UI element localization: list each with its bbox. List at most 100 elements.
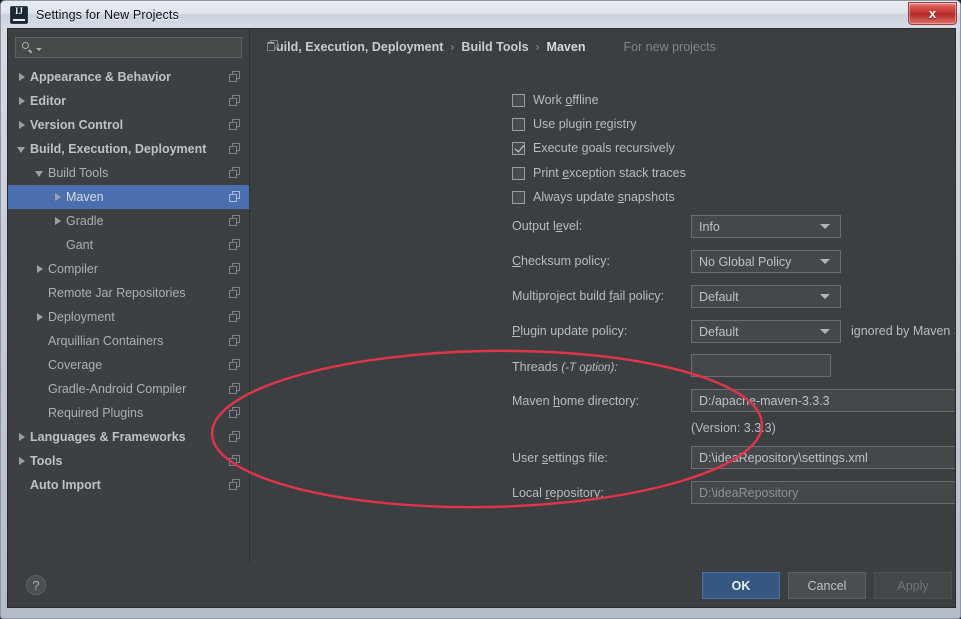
user-settings-file-label: User settings file: (512, 451, 608, 465)
chevron-down-icon[interactable] (34, 161, 48, 185)
chevron-right-icon[interactable] (52, 185, 66, 209)
sidebar-item-build-execution-deployment[interactable]: Build, Execution, Deployment (8, 137, 249, 161)
sidebar-item-compiler[interactable]: Compiler (8, 257, 249, 281)
search-input[interactable] (15, 37, 242, 58)
search-icon (22, 41, 35, 54)
copy-icon[interactable] (229, 383, 240, 394)
output-level-label: Output level: (512, 219, 583, 233)
help-button[interactable]: ? (26, 575, 46, 595)
breadcrumb-item-0[interactable]: Build, Execution, Deployment (267, 40, 443, 54)
intellij-idea-icon (10, 5, 28, 24)
copy-icon[interactable] (229, 431, 240, 442)
copy-icon[interactable] (229, 215, 240, 226)
plugin-update-policy-note: ignored by Maven 3+ (851, 324, 955, 338)
copy-icon[interactable] (229, 455, 240, 466)
search-wrapper (8, 29, 249, 58)
chevron-right-icon[interactable] (16, 449, 30, 473)
breadcrumb-separator-1: › (535, 40, 540, 54)
sidebar-item-deployment[interactable]: Deployment (8, 305, 249, 329)
checksum-policy-combo[interactable]: No Global Policy (691, 250, 841, 273)
maven-home-combo[interactable]: D:/apache-maven-3.3.3 (691, 389, 955, 412)
for-new-projects-label: For new projects (623, 40, 716, 54)
sidebar-item-coverage[interactable]: Coverage (8, 353, 249, 377)
local-repository-value: D:\ideaRepository (699, 485, 799, 500)
sidebar-item-label: Gradle-Android Compiler (48, 382, 187, 396)
threads-input[interactable] (691, 354, 831, 377)
copy-icon[interactable] (229, 119, 240, 130)
title-bar[interactable]: Settings for New Projects x (1, 1, 960, 28)
copy-icon[interactable] (229, 191, 240, 202)
copy-icon[interactable] (229, 71, 240, 82)
chevron-right-icon[interactable] (16, 113, 30, 137)
chevron-right-icon[interactable] (52, 209, 66, 233)
plugin-update-policy-combo[interactable]: Default (691, 320, 841, 343)
chevron-right-icon[interactable] (16, 425, 30, 449)
sidebar-item-editor[interactable]: Editor (8, 89, 249, 113)
local-repository-input[interactable]: D:\ideaRepository (691, 481, 955, 504)
settings-dialog: Appearance & Behavior Editor Version Contr… (7, 28, 956, 608)
copy-icon[interactable] (229, 287, 240, 298)
window-title: Settings for New Projects (36, 7, 179, 22)
checkbox-always-update-snapshots[interactable]: Always update snapshots (512, 190, 675, 204)
checkbox-checked-icon (512, 141, 525, 155)
copy-icon[interactable] (229, 143, 240, 154)
close-button[interactable]: x (908, 2, 957, 25)
checkbox-icon (512, 93, 525, 107)
sidebar-item-gant[interactable]: Gant (8, 233, 249, 257)
chevron-down-icon (820, 294, 830, 299)
sidebar-item-required-plugins[interactable]: Required Plugins (8, 401, 249, 425)
copy-icon[interactable] (229, 263, 240, 274)
breadcrumb: Build, Execution, Deployment › Build Too… (267, 40, 716, 54)
checkbox-label: Print exception stack traces (533, 166, 686, 180)
sidebar-item-arquillian-containers[interactable]: Arquillian Containers (8, 329, 249, 353)
user-settings-file-input[interactable]: D:\ideaRepository\settings.xml (691, 446, 955, 469)
copy-icon[interactable] (229, 239, 240, 250)
cancel-button[interactable]: Cancel (788, 572, 866, 599)
sidebar-item-label: Compiler (48, 262, 99, 276)
sidebar-item-gradle-android-compiler[interactable]: Gradle-Android Compiler (8, 377, 249, 401)
chevron-right-icon[interactable] (34, 305, 48, 329)
checksum-policy-label: Checksum policy: (512, 254, 610, 268)
copy-icon[interactable] (229, 335, 240, 346)
sidebar-item-auto-import[interactable]: Auto Import (8, 473, 249, 497)
sidebar-item-label: Build Tools (48, 166, 109, 180)
chevron-right-icon[interactable] (16, 89, 30, 113)
checkbox-execute-goals-recursively[interactable]: Execute goals recursively (512, 141, 675, 155)
sidebar-item-remote-jar-repositories[interactable]: Remote Jar Repositories (8, 281, 249, 305)
chevron-right-icon[interactable] (16, 65, 30, 89)
copy-icon[interactable] (229, 479, 240, 490)
checkbox-use-plugin-registry[interactable]: Use plugin registry (512, 117, 637, 131)
multiproject-fail-policy-combo[interactable]: Default (691, 285, 841, 308)
checkbox-work-offline[interactable]: Work offline (512, 93, 599, 107)
sidebar-item-appearance-behavior[interactable]: Appearance & Behavior (8, 65, 249, 89)
maven-home-label: Maven home directory: (512, 394, 640, 408)
sidebar-item-maven[interactable]: Maven (8, 185, 249, 209)
sidebar-item-label: Maven (66, 190, 104, 204)
copy-icon[interactable] (229, 359, 240, 370)
copy-icon[interactable] (229, 167, 240, 178)
sidebar-item-tools[interactable]: Tools (8, 449, 249, 473)
settings-window: Settings for New Projects x Appearance &… (0, 0, 961, 619)
output-level-value: Info (699, 219, 720, 234)
sidebar-item-build-tools[interactable]: Build Tools (8, 161, 249, 185)
copy-icon[interactable] (229, 407, 240, 418)
sidebar-item-label: Build, Execution, Deployment (30, 142, 207, 156)
checkbox-icon (512, 117, 525, 131)
checkbox-label: Execute goals recursively (533, 141, 675, 155)
ok-button[interactable]: OK (702, 572, 780, 599)
breadcrumb-item-1[interactable]: Build Tools (461, 40, 528, 54)
sidebar-item-gradle[interactable]: Gradle (8, 209, 249, 233)
local-repository-label: Local repository: (512, 486, 604, 500)
threads-label: Threads (-T option): (512, 360, 618, 374)
sidebar-item-languages-frameworks[interactable]: Languages & Frameworks (8, 425, 249, 449)
output-level-combo[interactable]: Info (691, 215, 841, 238)
copy-icon[interactable] (229, 311, 240, 322)
multiproject-fail-policy-value: Default (699, 289, 739, 304)
chevron-right-icon[interactable] (34, 257, 48, 281)
sidebar-item-version-control[interactable]: Version Control (8, 113, 249, 137)
chevron-down-icon[interactable] (16, 137, 30, 161)
checkbox-print-exception-stack-traces[interactable]: Print exception stack traces (512, 166, 686, 180)
copy-icon[interactable] (229, 95, 240, 106)
